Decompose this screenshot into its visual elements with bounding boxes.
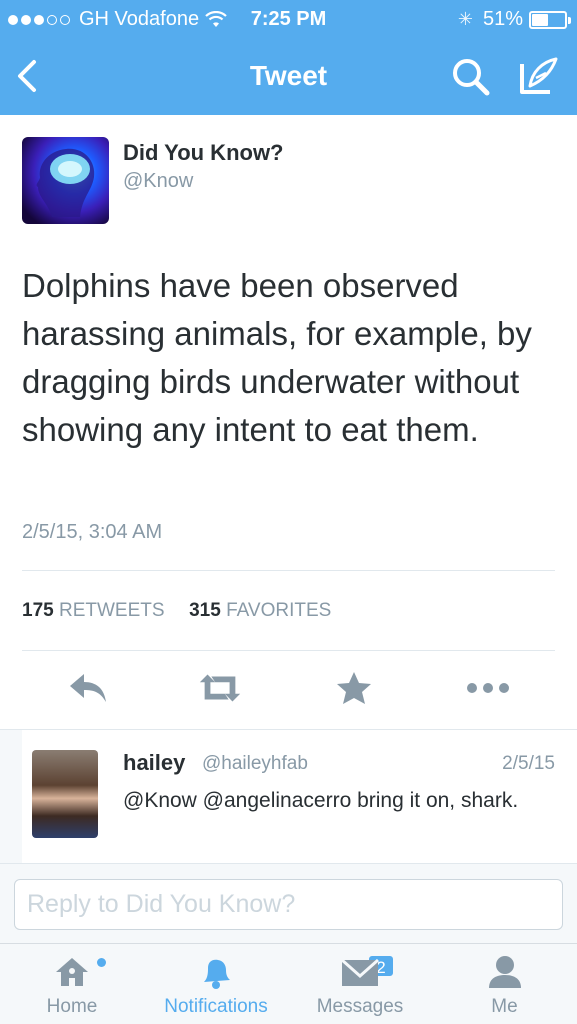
author-name[interactable]: Did You Know? bbox=[123, 140, 284, 166]
retweet-button[interactable] bbox=[196, 664, 244, 712]
reply-compose-area bbox=[0, 863, 577, 943]
favorite-button[interactable] bbox=[330, 664, 378, 712]
tab-bar: Home 2 Notifications Messages Me bbox=[0, 943, 577, 1024]
author-avatar[interactable] bbox=[22, 137, 109, 224]
status-right: ✳ 51% bbox=[457, 8, 571, 31]
favorite-label[interactable]: FAVORITES bbox=[226, 600, 331, 621]
tab-home-label: Home bbox=[46, 996, 98, 1017]
tab-me[interactable]: Me bbox=[432, 944, 577, 1024]
author-handle[interactable]: @Know bbox=[123, 170, 193, 193]
reply-author-name[interactable]: hailey bbox=[123, 750, 185, 776]
reply-tweet[interactable]: hailey @haileyhfab 2/5/15 @Know @angelin… bbox=[22, 730, 577, 864]
retweet-icon bbox=[199, 674, 241, 702]
star-icon bbox=[337, 672, 371, 704]
person-icon bbox=[488, 956, 521, 988]
home-icon bbox=[56, 958, 88, 986]
divider bbox=[22, 570, 555, 571]
status-bar: GH Vodafone 7:25 PM ✳ 51% bbox=[0, 0, 577, 38]
header: GH Vodafone 7:25 PM ✳ 51% Tweet bbox=[0, 0, 577, 115]
reply-button[interactable] bbox=[64, 664, 112, 712]
tab-notifications-label: Notifications bbox=[164, 996, 268, 1017]
tab-messages[interactable]: Messages bbox=[288, 944, 432, 1024]
reply-author-handle[interactable]: @haileyhfab bbox=[202, 753, 308, 775]
retweet-label[interactable]: RETWEETS bbox=[59, 600, 165, 621]
reply-input[interactable] bbox=[14, 879, 563, 930]
search-icon bbox=[453, 59, 490, 96]
battery-icon bbox=[529, 10, 571, 29]
tab-messages-label: Messages bbox=[316, 996, 404, 1017]
tweet-actions bbox=[0, 664, 577, 714]
nav-bar: Tweet bbox=[0, 38, 577, 115]
compose-quill-icon bbox=[520, 57, 558, 94]
retweet-count: 175 bbox=[22, 600, 54, 621]
more-dots-icon bbox=[467, 683, 509, 693]
tab-me-label: Me bbox=[491, 996, 518, 1017]
tab-home[interactable]: Home bbox=[0, 944, 144, 1024]
envelope-icon bbox=[341, 958, 379, 986]
tweet-text: Dolphins have been observed harassing an… bbox=[22, 267, 532, 448]
battery-percent: 51% bbox=[482, 8, 523, 30]
replies-section: hailey @haileyhfab 2/5/15 @Know @angelin… bbox=[0, 729, 577, 864]
reply-icon bbox=[70, 674, 106, 702]
divider bbox=[22, 650, 555, 651]
more-button[interactable] bbox=[464, 664, 512, 712]
brain-head-icon bbox=[36, 148, 95, 217]
favorite-count: 315 bbox=[189, 600, 221, 621]
battery-fill bbox=[532, 13, 549, 26]
reply-text: @Know @angelinacerro bring it on, shark. bbox=[123, 789, 519, 812]
activity-spinner-icon: ✳ bbox=[457, 9, 473, 29]
reply-avatar[interactable] bbox=[32, 750, 98, 838]
tweet-stats: 175 RETWEETS 315 FAVORITES bbox=[22, 600, 331, 622]
tab-notifications[interactable]: 2 Notifications bbox=[144, 944, 395, 1024]
bell-icon bbox=[204, 959, 230, 989]
home-unread-dot bbox=[97, 958, 106, 967]
search-button[interactable] bbox=[450, 56, 492, 98]
reply-timestamp: 2/5/15 bbox=[502, 753, 555, 774]
tweet-timestamp: 2/5/15, 3:04 AM bbox=[22, 521, 163, 543]
compose-button[interactable] bbox=[516, 54, 560, 98]
